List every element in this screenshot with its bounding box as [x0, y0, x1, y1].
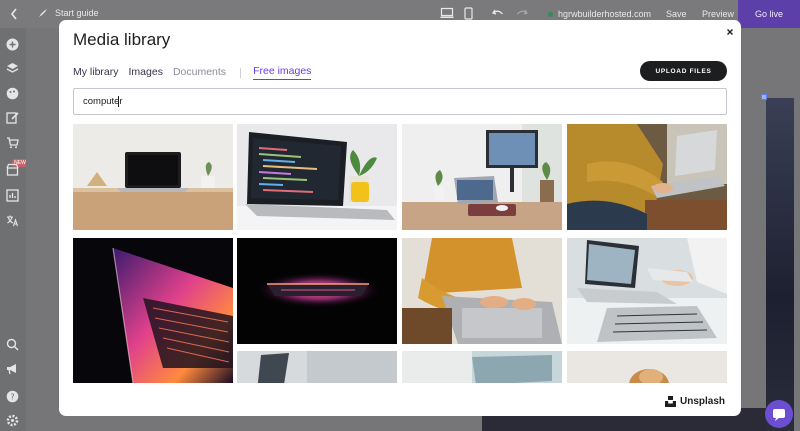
- image-tile[interactable]: [237, 351, 397, 383]
- laptop-with-code-image: [237, 124, 397, 230]
- mobile-icon[interactable]: [464, 7, 473, 20]
- save-button[interactable]: Save: [666, 9, 687, 19]
- unsplash-logo-icon: [665, 396, 676, 407]
- media-library-modal: Media library My library Images Document…: [59, 20, 741, 416]
- people-working-on-laptops-image: [567, 238, 727, 344]
- laptop-on-wooden-desk-image: [73, 124, 233, 230]
- image-grid: [73, 124, 727, 383]
- undo-icon[interactable]: [492, 8, 504, 18]
- image-tile[interactable]: [567, 238, 727, 344]
- status-dot-icon: [548, 11, 553, 17]
- person-typing-on-laptop-image: [567, 124, 727, 230]
- store-icon[interactable]: [6, 163, 19, 176]
- text-cursor: [118, 96, 119, 107]
- desk-with-monitor-and-laptop-image: [402, 124, 562, 230]
- glowing-laptop-in-dark-image: [237, 238, 397, 344]
- tab-free-images[interactable]: Free images: [253, 65, 312, 80]
- settings-icon[interactable]: [6, 414, 19, 427]
- help-icon[interactable]: ?: [6, 390, 19, 403]
- image-tile[interactable]: [402, 238, 562, 344]
- image-tile[interactable]: [402, 124, 562, 230]
- svg-text:?: ?: [10, 393, 14, 402]
- rocket-icon: [39, 9, 47, 17]
- search-icon[interactable]: [6, 338, 19, 351]
- start-guide-button[interactable]: Start guide: [37, 7, 99, 19]
- image-tile[interactable]: [73, 124, 233, 230]
- layers-icon[interactable]: [6, 62, 19, 75]
- chevron-left-icon[interactable]: [9, 7, 19, 21]
- image-tile[interactable]: [73, 238, 233, 383]
- translate-icon[interactable]: [6, 214, 19, 227]
- partial-image-9: [237, 351, 397, 383]
- hands-on-laptop-yellow-sweater-image: [402, 238, 562, 344]
- palette-icon[interactable]: [6, 87, 19, 100]
- tab-documents[interactable]: Documents: [173, 66, 226, 80]
- start-guide-label: Start guide: [55, 8, 99, 18]
- chat-icon: [773, 409, 785, 421]
- redo-icon[interactable]: [516, 8, 528, 18]
- tab-my-library[interactable]: My library: [73, 66, 119, 80]
- resize-handle[interactable]: [761, 94, 767, 100]
- search-input[interactable]: [73, 88, 727, 115]
- desktop-icon[interactable]: [440, 7, 454, 19]
- image-tile[interactable]: [402, 351, 562, 383]
- unsplash-label: Unsplash: [680, 396, 726, 407]
- upload-files-button[interactable]: UPLOAD FILES: [640, 61, 727, 81]
- cart-icon[interactable]: [6, 136, 19, 149]
- partial-image-11: [567, 351, 727, 383]
- image-tile[interactable]: [237, 124, 397, 230]
- history-controls: [492, 8, 528, 18]
- image-tile[interactable]: [567, 124, 727, 230]
- partial-image-10: [402, 351, 562, 383]
- media-tabs: My library Images Documents Free images: [73, 65, 321, 80]
- go-live-button[interactable]: Go live: [738, 0, 800, 28]
- megaphone-icon[interactable]: [6, 362, 19, 375]
- builder-sidebar: NEW ?: [0, 28, 28, 431]
- modal-title: Media library: [73, 30, 171, 49]
- close-icon[interactable]: [724, 26, 736, 38]
- plus-icon[interactable]: [6, 38, 19, 51]
- tab-divider: [240, 67, 242, 78]
- device-switcher: [440, 7, 473, 20]
- canvas-image: [766, 98, 794, 431]
- domain-label: hgrwbuilderhosted.com: [558, 9, 652, 19]
- unsplash-attribution[interactable]: Unsplash: [665, 396, 725, 407]
- preview-button[interactable]: Preview: [702, 9, 734, 19]
- analytics-icon[interactable]: [6, 189, 19, 202]
- tab-images[interactable]: Images: [129, 66, 163, 80]
- colorful-laptop-keyboard-image: [73, 238, 233, 383]
- image-tile[interactable]: [567, 351, 727, 383]
- chat-bubble-button[interactable]: [765, 400, 793, 428]
- site-domain[interactable]: hgrwbuilderhosted.com: [548, 9, 651, 19]
- edit-icon[interactable]: [6, 111, 19, 124]
- image-tile[interactable]: [237, 238, 397, 344]
